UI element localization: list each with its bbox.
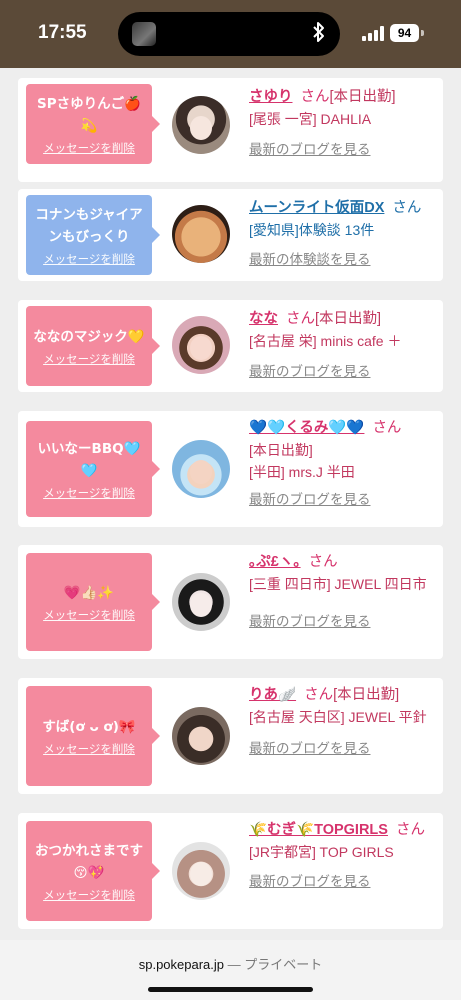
cellular-signal-icon xyxy=(362,26,384,41)
message-card: おつかれさまです😚💖 メッセージを削除 🌾むぎ🌾TOPGIRLS さん [JR宇都… xyxy=(18,813,443,929)
status-tag: [本日出勤] xyxy=(315,311,382,327)
latest-review-link[interactable]: 最新の体験談を見る xyxy=(249,249,437,271)
delete-message-link[interactable]: メッセージを削除 xyxy=(43,486,135,500)
delete-message-link[interactable]: メッセージを削除 xyxy=(43,141,135,155)
url-text: sp.pokepara.jp xyxy=(138,957,225,972)
girl-info: さゆり さん[本日出勤] [尾張 一宮] DAHLIA 最新のブログを見る xyxy=(249,86,437,161)
browser-address-bar[interactable]: sp.pokepara.jp — プライベート xyxy=(0,940,461,1000)
girl-name-link[interactable]: なな xyxy=(249,311,278,327)
delete-message-link[interactable]: メッセージを削除 xyxy=(43,888,135,902)
delete-message-link[interactable]: メッセージを削除 xyxy=(43,742,135,756)
status-time: 17:55 xyxy=(38,22,87,43)
honorific: さん xyxy=(308,554,338,570)
url-display[interactable]: sp.pokepara.jp — プライベート xyxy=(0,954,461,973)
girl-name-link[interactable]: ｡ぷ£ヽ｡ xyxy=(249,554,301,570)
avatar[interactable] xyxy=(172,707,230,765)
message-card: すば(ơ ᴗ ơ)🎀 メッセージを削除 りあ🪽 さん[本日出勤] [名古屋 天白区… xyxy=(18,678,443,794)
girl-name-link[interactable]: 🌾むぎ🌾TOPGIRLS xyxy=(249,822,388,838)
delete-message-link[interactable]: メッセージを削除 xyxy=(43,352,135,366)
avatar[interactable] xyxy=(172,842,230,900)
latest-blog-link[interactable]: 最新のブログを見る xyxy=(249,361,437,383)
message-card: いいなーBBQ🩵🩵 メッセージを削除 💙🩵くるみ🩵💙 さん [本日出勤] [半田]… xyxy=(18,411,443,527)
shop-info: [尾張 一宮] DAHLIA xyxy=(249,111,372,127)
message-bubble: おつかれさまです😚💖 メッセージを削除 xyxy=(26,821,160,921)
avatar[interactable] xyxy=(172,573,230,631)
message-bubble: ななのマジック💛 メッセージを削除 xyxy=(26,306,160,386)
status-tag: [本日出勤] xyxy=(333,687,400,703)
home-indicator[interactable] xyxy=(148,987,313,992)
avatar[interactable] xyxy=(172,96,230,154)
battery-tip xyxy=(421,30,424,36)
message-card: ななのマジック💛 メッセージを削除 なな さん[本日出勤] [名古屋 栄] min… xyxy=(18,300,443,392)
message-text: 💗👍🏻✨ xyxy=(63,585,115,601)
message-text: SPさゆりんご🍎💫 xyxy=(37,96,141,134)
message-card: SPさゆりんご🍎💫 メッセージを削除 さゆり さん[本日出勤] [尾張 一宮] D… xyxy=(18,78,443,182)
honorific: さん xyxy=(286,311,315,327)
message-bubble: 💗👍🏻✨ メッセージを削除 xyxy=(26,553,160,651)
girl-info: なな さん[本日出勤] [名古屋 栄] minis cafe ＋ 最新のブログを見… xyxy=(249,308,437,383)
honorific: さん xyxy=(372,420,402,436)
shop-info: [JR宇都宮] TOP GIRLS xyxy=(249,844,394,860)
latest-blog-link[interactable]: 最新のブログを見る xyxy=(249,738,437,760)
message-bubble: すば(ơ ᴗ ơ)🎀 メッセージを削除 xyxy=(26,686,160,786)
message-text: ななのマジック💛 xyxy=(33,329,145,345)
honorific: さん xyxy=(304,687,334,703)
latest-blog-link[interactable]: 最新のブログを見る xyxy=(249,611,437,633)
reviewer-name-link[interactable]: ムーンライト仮面DX xyxy=(249,200,384,216)
status-bar: 17:55 94 xyxy=(0,0,461,68)
dynamic-island[interactable] xyxy=(118,12,340,56)
message-card: 💗👍🏻✨ メッセージを削除 ｡ぷ£ヽ｡ さん [三重 四日市] JEWEL 四日市… xyxy=(18,545,443,659)
girl-name-link[interactable]: 💙🩵くるみ🩵💙 xyxy=(249,420,364,436)
avatar[interactable] xyxy=(172,205,230,263)
battery-icon: 94 xyxy=(390,24,419,42)
latest-blog-link[interactable]: 最新のブログを見る xyxy=(249,871,437,893)
girl-info: りあ🪽 さん[本日出勤] [名古屋 天白区] JEWEL 平針 最新のブログを見る xyxy=(249,684,437,760)
review-count: [愛知県]体験談 13件 xyxy=(249,222,375,238)
status-tag: [本日出勤] xyxy=(249,442,313,458)
latest-blog-link[interactable]: 最新のブログを見る xyxy=(249,489,437,511)
message-bubble: コナンもジャイアンもびっくり メッセージを削除 xyxy=(26,195,160,275)
bluetooth-icon xyxy=(312,21,326,48)
private-mode-label: プライベート xyxy=(244,957,323,972)
girl-info: ｡ぷ£ヽ｡ さん [三重 四日市] JEWEL 四日市 最新のブログを見る xyxy=(249,551,437,633)
now-playing-thumbnail xyxy=(132,22,156,46)
shop-info: [名古屋 栄] minis cafe ＋ xyxy=(249,333,402,349)
message-bubble: SPさゆりんご🍎💫 メッセージを削除 xyxy=(26,84,160,164)
shop-info: [名古屋 天白区] JEWEL 平針 xyxy=(249,709,427,725)
message-bubble: いいなーBBQ🩵🩵 メッセージを削除 xyxy=(26,421,160,517)
status-tag: [本日出勤] xyxy=(329,89,396,105)
message-text: すば(ơ ᴗ ơ)🎀 xyxy=(42,719,136,735)
honorific: さん xyxy=(300,89,330,105)
message-text: いいなーBBQ🩵🩵 xyxy=(37,441,141,479)
reviewer-info: ムーンライト仮面DX さん [愛知県]体験談 13件 最新の体験談を見る xyxy=(249,197,437,271)
delete-message-link[interactable]: メッセージを削除 xyxy=(43,608,135,622)
shop-info: [半田] mrs.J 半田 xyxy=(249,464,355,480)
message-text: コナンもジャイアンもびっくり xyxy=(35,207,143,245)
girl-info: 🌾むぎ🌾TOPGIRLS さん [JR宇都宮] TOP GIRLS 最新のブログを… xyxy=(249,819,437,893)
delete-message-link[interactable]: メッセージを削除 xyxy=(43,252,135,266)
url-separator: — xyxy=(224,957,245,972)
message-text: おつかれさまです😚💖 xyxy=(35,843,143,881)
latest-blog-link[interactable]: 最新のブログを見る xyxy=(249,139,437,161)
avatar[interactable] xyxy=(172,316,230,374)
girl-name-link[interactable]: さゆり xyxy=(249,89,293,105)
message-card: コナンもジャイアンもびっくり メッセージを削除 ムーンライト仮面DX さん [愛知… xyxy=(18,189,443,281)
avatar[interactable] xyxy=(172,440,230,498)
shop-info: [三重 四日市] JEWEL 四日市 xyxy=(249,576,427,592)
girl-info: 💙🩵くるみ🩵💙 さん [本日出勤] [半田] mrs.J 半田 最新のブログを見る xyxy=(249,417,437,511)
girl-name-link[interactable]: りあ🪽 xyxy=(249,687,296,703)
message-list[interactable]: SPさゆりんご🍎💫 メッセージを削除 さゆり さん[本日出勤] [尾張 一宮] D… xyxy=(0,68,461,940)
honorific: さん xyxy=(395,822,425,838)
honorific: さん xyxy=(392,200,422,216)
